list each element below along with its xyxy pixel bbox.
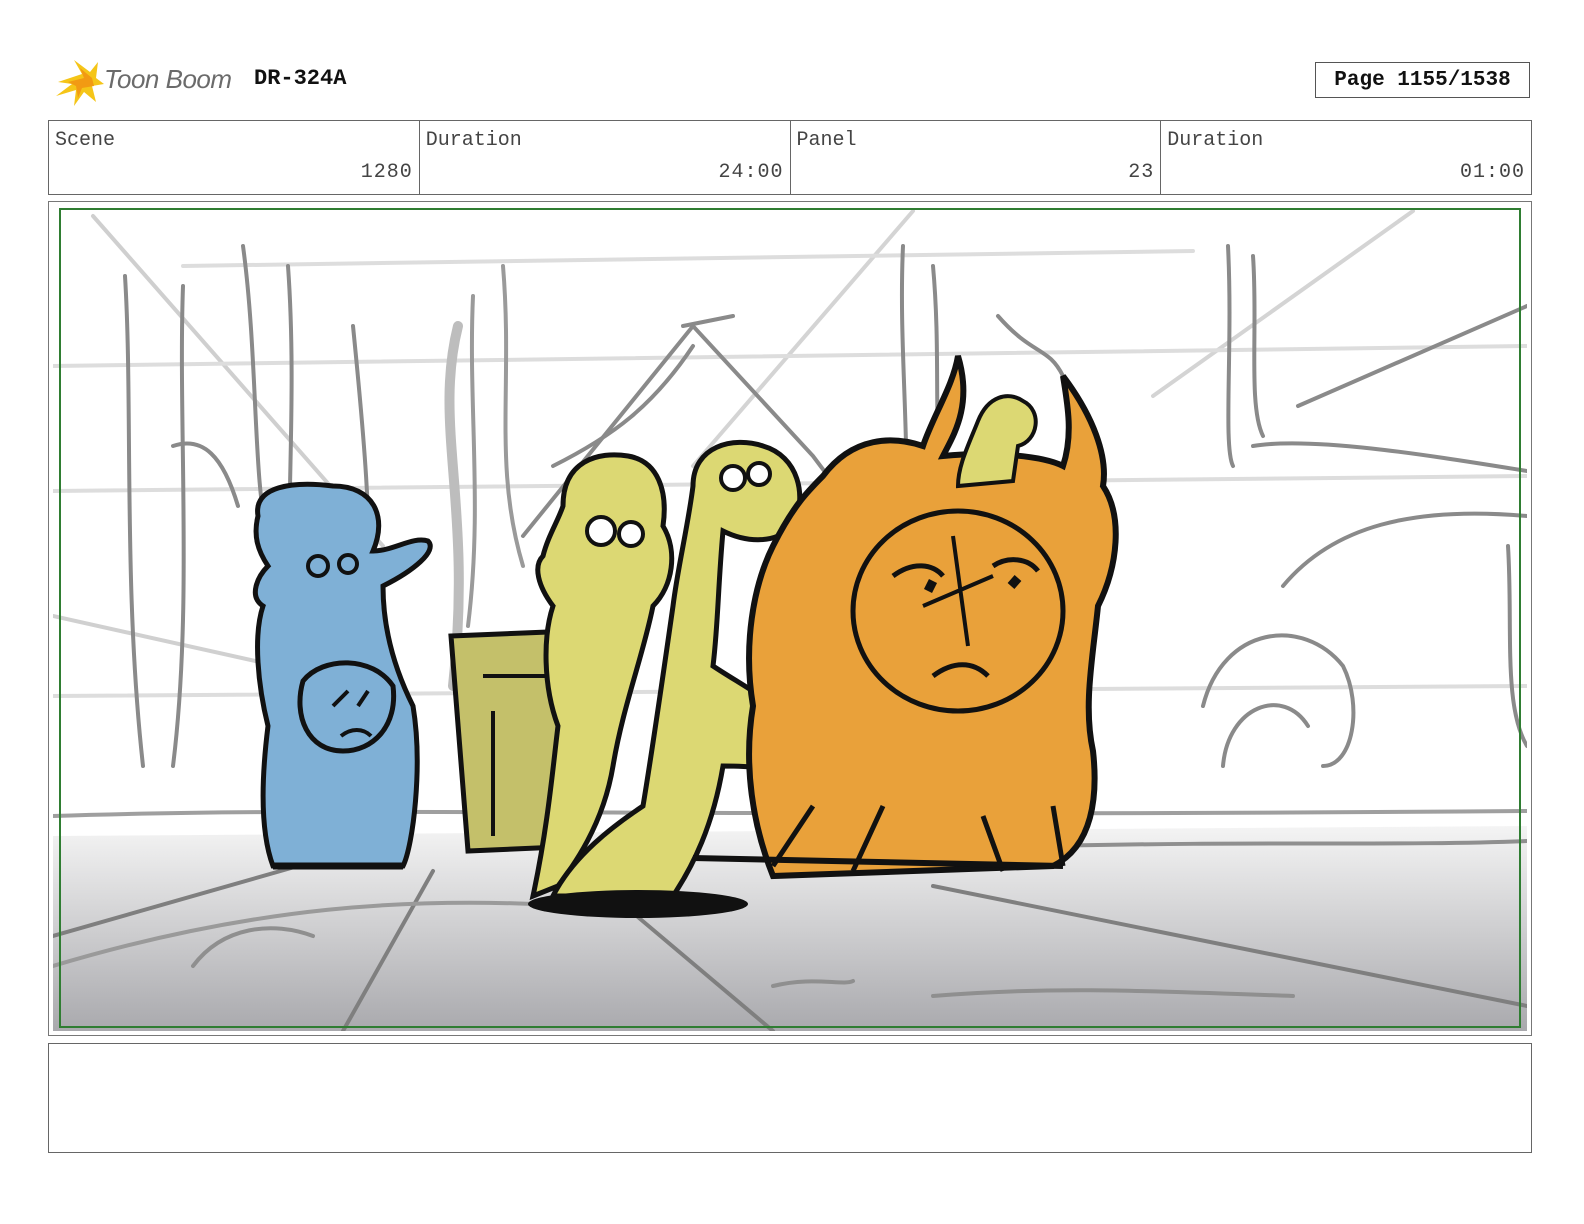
panel-notes-box[interactable] <box>48 1043 1532 1153</box>
starburst-icon <box>56 60 104 106</box>
panel-label: Panel <box>796 129 857 152</box>
panel-duration-value: 01:00 <box>1459 161 1525 184</box>
panel-value: 23 <box>1128 161 1155 184</box>
panel-duration-cell: Duration 01:00 <box>1161 121 1531 194</box>
logo-wordmark: Toon Boom <box>104 64 232 94</box>
scene-label: Scene <box>55 129 116 152</box>
project-code: DR-324A <box>254 66 347 91</box>
scene-info-table: Scene 1280 Duration 24:00 Panel 23 Durat… <box>48 120 1532 195</box>
page-number: Page 1155/1538 <box>1315 62 1530 98</box>
panel-drawing <box>53 206 1527 1031</box>
scene-cell: Scene 1280 <box>49 121 420 194</box>
panel-cell: Panel 23 <box>791 121 1162 194</box>
scene-duration-label: Duration <box>425 129 522 152</box>
storyboard-panel <box>48 201 1532 1036</box>
toon-boom-logo: Toon Boom <box>52 56 242 108</box>
panel-duration-label: Duration <box>1167 129 1264 152</box>
scene-value: 1280 <box>360 161 413 184</box>
scene-duration-value: 24:00 <box>718 161 784 184</box>
scene-duration-cell: Duration 24:00 <box>420 121 791 194</box>
